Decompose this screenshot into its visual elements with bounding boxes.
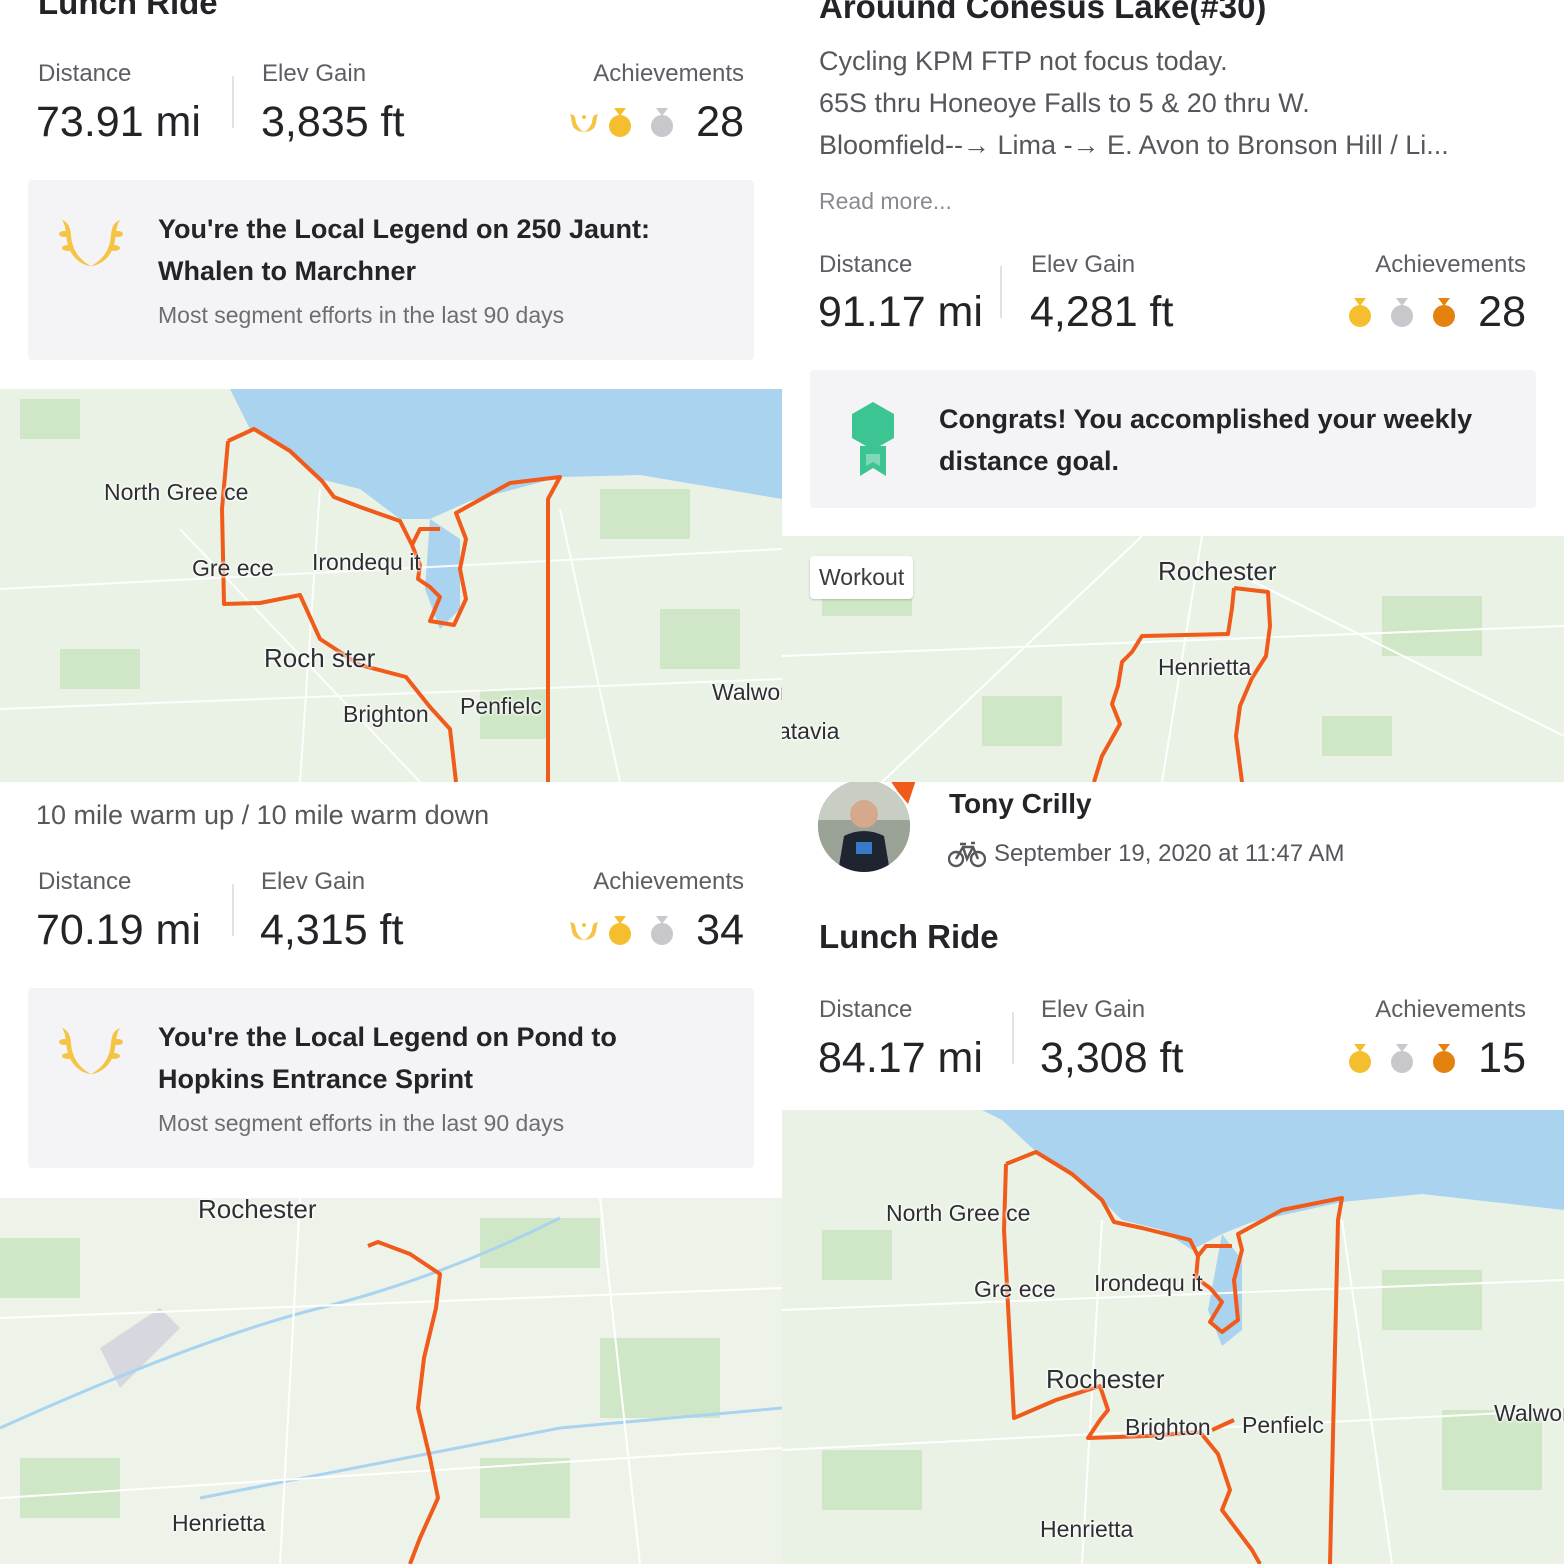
achievement-count: 15: [1478, 1034, 1526, 1082]
achievements-label: Achievements: [1375, 251, 1526, 278]
activity-title[interactable]: Arouund Conesus Lake(#30): [819, 0, 1266, 26]
laurel-icon: [54, 1020, 128, 1087]
achievements-label: Achievements: [593, 868, 744, 895]
description-line-1: Cycling KPM FTP not focus today.: [819, 46, 1228, 76]
goal-badge-icon: [852, 402, 894, 481]
laurel-icon: [54, 212, 128, 279]
stat-divider: [1000, 266, 1002, 318]
map-label-rochester: Roch ster: [264, 643, 376, 673]
achievements-label: Achievements: [593, 60, 744, 87]
map-label-north-greece: North Gree ce: [886, 1200, 1031, 1226]
gold-medal-icon: [1348, 1043, 1372, 1074]
activity-card-lunch-ride-1: Lunch Ride Distance 73.91 mi Elev Gain 3…: [0, 0, 782, 782]
achievement-medals[interactable]: 34: [566, 906, 744, 955]
distance-value: 70.19 mi: [36, 906, 201, 954]
local-legend-banner[interactable]: You're the Local Legend on Pond to Hopki…: [28, 988, 754, 1168]
silver-medal-icon: [1390, 297, 1414, 328]
map-label-rochester: Rochester: [1158, 556, 1277, 586]
workout-tag: Workout: [810, 556, 914, 599]
banner-subtitle: Most segment efforts in the last 90 days: [158, 1110, 565, 1136]
distance-label: Distance: [819, 251, 913, 278]
gold-medal-icon: [608, 107, 632, 138]
bronze-medal-icon: [1432, 1043, 1456, 1074]
gold-medal-icon: [1348, 297, 1372, 328]
banner-title: Congrats! You accomplished your weekly d…: [939, 404, 1473, 476]
activity-title[interactable]: Lunch Ride: [38, 0, 218, 22]
read-more-link[interactable]: Read more...: [819, 188, 952, 215]
map-label-north-greece: North Gree ce: [104, 479, 249, 505]
banner-title: You're the Local Legend on 250 Jaunt: Wh…: [158, 214, 650, 286]
silver-medal-icon: [650, 915, 674, 946]
route-map[interactable]: Workout Rochester Henrietta atavia: [782, 536, 1564, 782]
distance-value: 73.91 mi: [36, 98, 201, 146]
distance-label: Distance: [38, 60, 132, 87]
achievement-medals[interactable]: 28: [566, 98, 744, 147]
elev-gain-value: 3,308 ft: [1040, 1034, 1184, 1082]
silver-medal-icon: [650, 107, 674, 138]
activity-card-conesus: Arouund Conesus Lake(#30) Cycling KPM FT…: [782, 0, 1564, 782]
achievement-count: 28: [696, 98, 744, 146]
map-label-walworth: Walwor: [712, 679, 782, 705]
map-label-henrietta: Henrietta: [1040, 1516, 1134, 1542]
elev-gain-value: 3,835 ft: [261, 98, 405, 146]
map-label-rochester: Rochester: [1046, 1364, 1165, 1394]
activity-title[interactable]: Lunch Ride: [819, 918, 999, 956]
stat-divider: [1012, 1012, 1014, 1064]
strava-badge-icon: [890, 782, 916, 809]
map-label-irondequoit: Irondequ it: [312, 549, 421, 575]
description-line-3: Bloomfield--→ Lima -→ E. Avon to Bronson…: [819, 130, 1449, 160]
elev-gain-value: 4,315 ft: [260, 906, 404, 954]
map-label-batavia: atavia: [782, 718, 840, 744]
description-line-2: 65S thru Honeoye Falls to 5 & 20 thru W.: [819, 88, 1310, 118]
map-label-greece: Gre ece: [192, 555, 274, 581]
elev-gain-label: Elev Gain: [261, 868, 366, 895]
map-label-brighton: Brighton: [343, 701, 429, 727]
map-label-brighton: Brighton: [1125, 1414, 1211, 1440]
achievement-medals[interactable]: 28: [1348, 288, 1526, 337]
map-label-greece: Gre ece: [974, 1276, 1056, 1302]
description-line: 10 mile warm up / 10 mile warm down: [36, 800, 490, 830]
distance-label: Distance: [819, 996, 913, 1023]
distance-label: Distance: [38, 868, 132, 895]
activity-card-ride-2: 10 mile warm up / 10 mile warm down Dist…: [0, 782, 782, 1564]
distance-value: 84.17 mi: [818, 1034, 983, 1082]
map-label-walworth: Walwor: [1494, 1400, 1564, 1426]
stat-divider: [232, 76, 234, 128]
activity-date: September 19, 2020 at 11:47 AM: [994, 840, 1345, 867]
local-legend-banner[interactable]: You're the Local Legend on 250 Jaunt: Wh…: [28, 180, 754, 360]
local-legend-icon: [566, 916, 599, 946]
route-map[interactable]: North Gree ce Gre ece Irondequ it Roches…: [782, 1110, 1564, 1564]
bronze-medal-icon: [1432, 297, 1456, 328]
map-label-rochester: Rochester: [198, 1198, 317, 1224]
banner-title: You're the Local Legend on Pond to Hopki…: [158, 1022, 617, 1094]
route-map[interactable]: Rochester Henrietta: [0, 1198, 782, 1564]
map-label-irondequoit: Irondequ it: [1094, 1270, 1203, 1296]
achievement-count: 28: [1478, 288, 1526, 336]
achievement-medals[interactable]: 15: [1348, 1034, 1526, 1083]
achievements-label: Achievements: [1375, 996, 1526, 1023]
achievement-count: 34: [696, 906, 744, 954]
map-label-henrietta: Henrietta: [172, 1510, 266, 1536]
map-label-henrietta: Henrietta: [1158, 654, 1252, 680]
silver-medal-icon: [1390, 1043, 1414, 1074]
map-label-penfield: Penfielc: [1242, 1412, 1324, 1438]
distance-value: 91.17 mi: [818, 288, 983, 336]
bike-icon: [947, 840, 987, 873]
goal-banner[interactable]: Congrats! You accomplished your weekly d…: [810, 370, 1536, 508]
elev-gain-label: Elev Gain: [1031, 251, 1136, 278]
map-label-penfield: Penfielc: [460, 693, 542, 719]
banner-subtitle: Most segment efforts in the last 90 days: [158, 302, 565, 328]
elev-gain-label: Elev Gain: [262, 60, 367, 87]
elev-gain-value: 4,281 ft: [1030, 288, 1174, 336]
gold-medal-icon: [608, 915, 632, 946]
route-map[interactable]: North Gree ce Gre ece Irondequ it Roch s…: [0, 389, 782, 782]
athlete-name[interactable]: Tony Crilly: [949, 788, 1092, 820]
local-legend-icon: [566, 108, 599, 138]
activity-card-lunch-ride-3: Tony Crilly September 19, 2020 at 11:47 …: [782, 782, 1564, 1564]
stat-divider: [232, 884, 234, 936]
elev-gain-label: Elev Gain: [1041, 996, 1146, 1023]
